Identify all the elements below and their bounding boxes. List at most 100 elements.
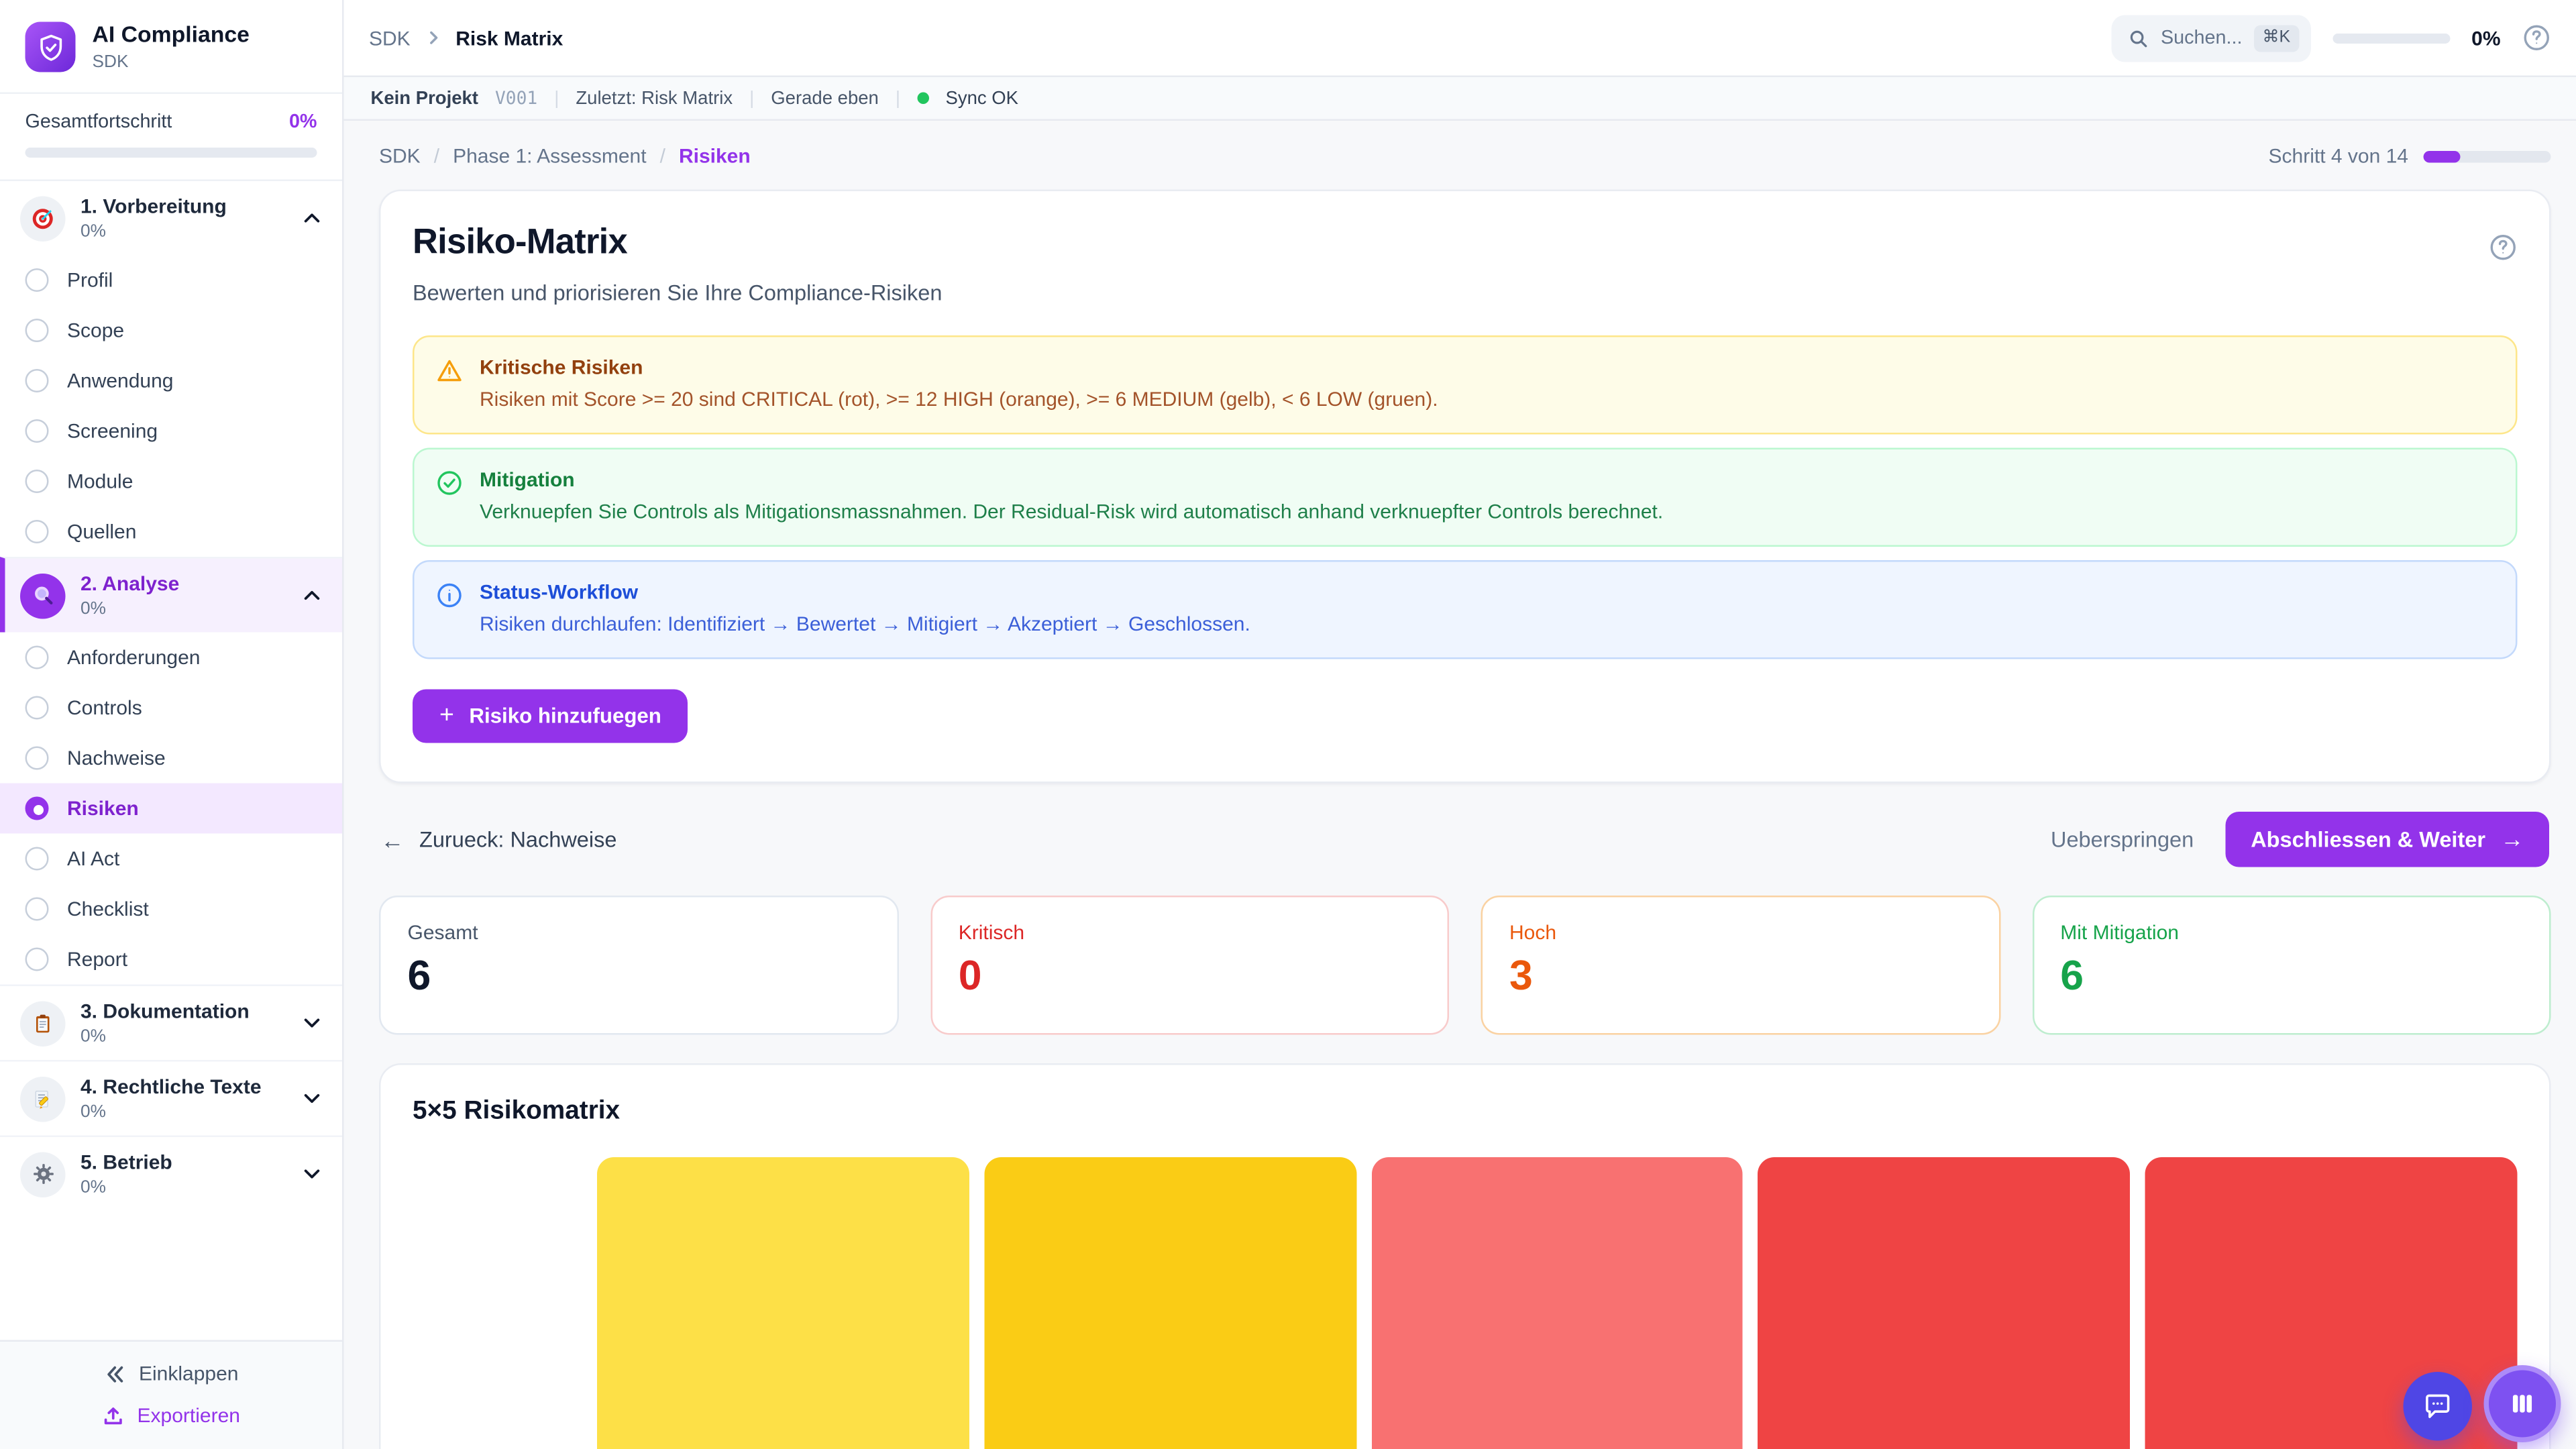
search-placeholder: Suchen... — [2161, 28, 2242, 48]
callout-mitigation: Mitigation Verknuepfen Sie Controls als … — [413, 448, 2518, 547]
risk-matrix-card: 5×5 Risikomatrix — [379, 1063, 2551, 1449]
sidebar-item-report[interactable]: Report — [0, 934, 342, 985]
sidebar-section-rechtliche-texte[interactable]: 4. Rechtliche Texte 0% — [0, 1060, 342, 1136]
sidebar-item-anwendung[interactable]: Anwendung — [0, 356, 342, 406]
warning-icon — [436, 358, 463, 411]
section-title: 2. Analyse — [80, 572, 179, 598]
chat-fab[interactable] — [2404, 1372, 2473, 1441]
back-button[interactable]: ← Zurueck: Nachweise — [381, 826, 617, 853]
sidebar-section-betrieb[interactable]: 5. Betrieb 0% — [0, 1136, 342, 1212]
breadcrumb-phase[interactable]: Phase 1: Assessment — [453, 144, 647, 168]
sidebar-nav: 1. Vorbereitung 0% Profil Scope Anwendun… — [0, 181, 342, 1340]
callout-body: Risiken durchlaufen: Identifiziert → Bew… — [480, 612, 1250, 636]
step-progress-fill — [2424, 150, 2461, 162]
topbar: SDK Risk Matrix Suchen... ⌘K 0% — [344, 0, 2576, 77]
stat-label: Gesamt — [408, 921, 870, 945]
sidebar-item-controls[interactable]: Controls — [0, 683, 342, 733]
sidebar-item-checklist[interactable]: Checklist — [0, 884, 342, 934]
sidebar-item-quellen[interactable]: Quellen — [0, 506, 342, 557]
radio-selected-icon — [25, 797, 49, 820]
breadcrumb: SDK / Phase 1: Assessment / Risiken — [379, 144, 751, 168]
section-progress: 0% — [80, 221, 227, 241]
topbar-progress-value: 0% — [2471, 26, 2500, 50]
content-breadcrumb-row: SDK / Phase 1: Assessment / Risiken Schr… — [379, 144, 2551, 168]
app-identity: AI Compliance SDK — [93, 23, 250, 72]
matrix-row-label — [413, 1157, 582, 1449]
sidebar-section-vorbereitung[interactable]: 1. Vorbereitung 0% — [0, 181, 342, 255]
double-chevron-left-icon — [103, 1362, 125, 1385]
export-button[interactable]: Exportieren — [102, 1404, 240, 1428]
radio-icon — [25, 470, 49, 493]
stats-row: Gesamt 6 Kritisch 0 Hoch 3 Mit Mitigatio… — [379, 896, 2551, 1034]
matrix-cell[interactable] — [984, 1157, 1356, 1449]
columns-icon — [2508, 1389, 2538, 1419]
app-stage: AI Compliance SDK Gesamtfortschritt 0% 1… — [0, 0, 2576, 1449]
skip-button[interactable]: Ueberspringen — [2051, 827, 2194, 853]
risk-matrix-intro-card: Risiko-Matrix Bewerten und priorisieren … — [379, 190, 2551, 784]
callout-title: Status-Workflow — [480, 580, 1250, 604]
radio-icon — [25, 948, 49, 971]
magnifier-icon — [20, 573, 66, 619]
radio-icon — [25, 747, 49, 770]
memo-icon — [20, 1076, 66, 1122]
stat-card-gesamt: Gesamt 6 — [379, 896, 898, 1034]
complete-next-button[interactable]: Abschliessen & Weiter → — [2226, 812, 2549, 867]
section-title: 1. Vorbereitung — [80, 195, 227, 220]
breadcrumb-root[interactable]: SDK — [379, 144, 421, 168]
step-label: Schritt 4 von 14 — [2269, 144, 2408, 168]
search-icon — [2129, 28, 2149, 48]
sync-status-dot — [917, 93, 929, 105]
matrix-cell[interactable] — [1371, 1157, 1743, 1449]
stat-label: Mit Mitigation — [2060, 921, 2522, 945]
sidebar-item-scope[interactable]: Scope — [0, 305, 342, 356]
sidebar-item-risiken[interactable]: Risiken — [0, 784, 342, 834]
section-title: 5. Betrieb — [80, 1150, 172, 1176]
stat-value: 0 — [959, 955, 1421, 1001]
divider: / — [434, 144, 439, 168]
page-title: Risiko-Matrix — [413, 223, 2518, 264]
sidebar-item-nachweise[interactable]: Nachweise — [0, 733, 342, 784]
matrix-heading: 5×5 Risikomatrix — [413, 1096, 2518, 1126]
help-button[interactable] — [2522, 23, 2551, 52]
project-label: Kein Projekt — [371, 88, 478, 108]
chevron-up-icon — [302, 208, 322, 228]
page-subtitle: Bewerten und priorisieren Sie Ihre Compl… — [413, 280, 2518, 306]
main-area: SDK Risk Matrix Suchen... ⌘K 0% Kein Pro… — [344, 0, 2576, 1449]
sidebar: AI Compliance SDK Gesamtfortschritt 0% 1… — [0, 0, 344, 1449]
topbar-right: Suchen... ⌘K 0% — [2112, 14, 2551, 61]
app-root: AI Compliance SDK Gesamtfortschritt 0% 1… — [0, 0, 2576, 1449]
chevron-down-icon — [302, 1164, 322, 1184]
card-help-button[interactable] — [2489, 233, 2518, 262]
chevron-down-icon — [302, 1089, 322, 1109]
shield-logo — [25, 22, 76, 72]
sidebar-item-screening[interactable]: Screening — [0, 406, 342, 456]
content: SDK / Phase 1: Assessment / Risiken Schr… — [344, 121, 2576, 1449]
stat-label: Kritisch — [959, 921, 1421, 945]
stat-value: 6 — [408, 955, 870, 1001]
matrix-cell[interactable] — [1758, 1157, 2130, 1449]
info-icon — [436, 582, 463, 636]
overall-progress-bar — [25, 148, 317, 158]
radio-icon — [25, 696, 49, 720]
matrix-cell[interactable] — [597, 1157, 969, 1449]
sidebar-item-module[interactable]: Module — [0, 456, 342, 506]
sidebar-item-anforderungen[interactable]: Anforderungen — [0, 633, 342, 683]
add-risk-button[interactable]: + Risiko hinzufuegen — [413, 690, 688, 743]
board-view-fab[interactable] — [2484, 1365, 2561, 1442]
search-input[interactable]: Suchen... ⌘K — [2112, 14, 2310, 61]
gear-icon — [20, 1151, 66, 1197]
topbar-breadcrumb-root[interactable]: SDK — [369, 26, 411, 50]
shield-check-icon — [36, 33, 65, 62]
last-edited-label: Zuletzt: Risk Matrix — [576, 88, 733, 108]
matrix-grid — [413, 1157, 2518, 1449]
sidebar-section-dokumentation[interactable]: 3. Dokumentation 0% — [0, 985, 342, 1061]
sidebar-section-analyse[interactable]: 2. Analyse 0% — [0, 557, 342, 633]
sidebar-item-ai-act[interactable]: AI Act — [0, 834, 342, 884]
overall-progress: Gesamtfortschritt 0% — [0, 94, 342, 181]
plus-icon: + — [439, 703, 454, 729]
callout-title: Kritische Risiken — [480, 356, 1438, 379]
callout-title: Mitigation — [480, 468, 1663, 492]
collapse-sidebar-button[interactable]: Einklappen — [103, 1362, 238, 1385]
sidebar-item-profil[interactable]: Profil — [0, 255, 342, 305]
version-badge: V001 — [495, 88, 537, 108]
